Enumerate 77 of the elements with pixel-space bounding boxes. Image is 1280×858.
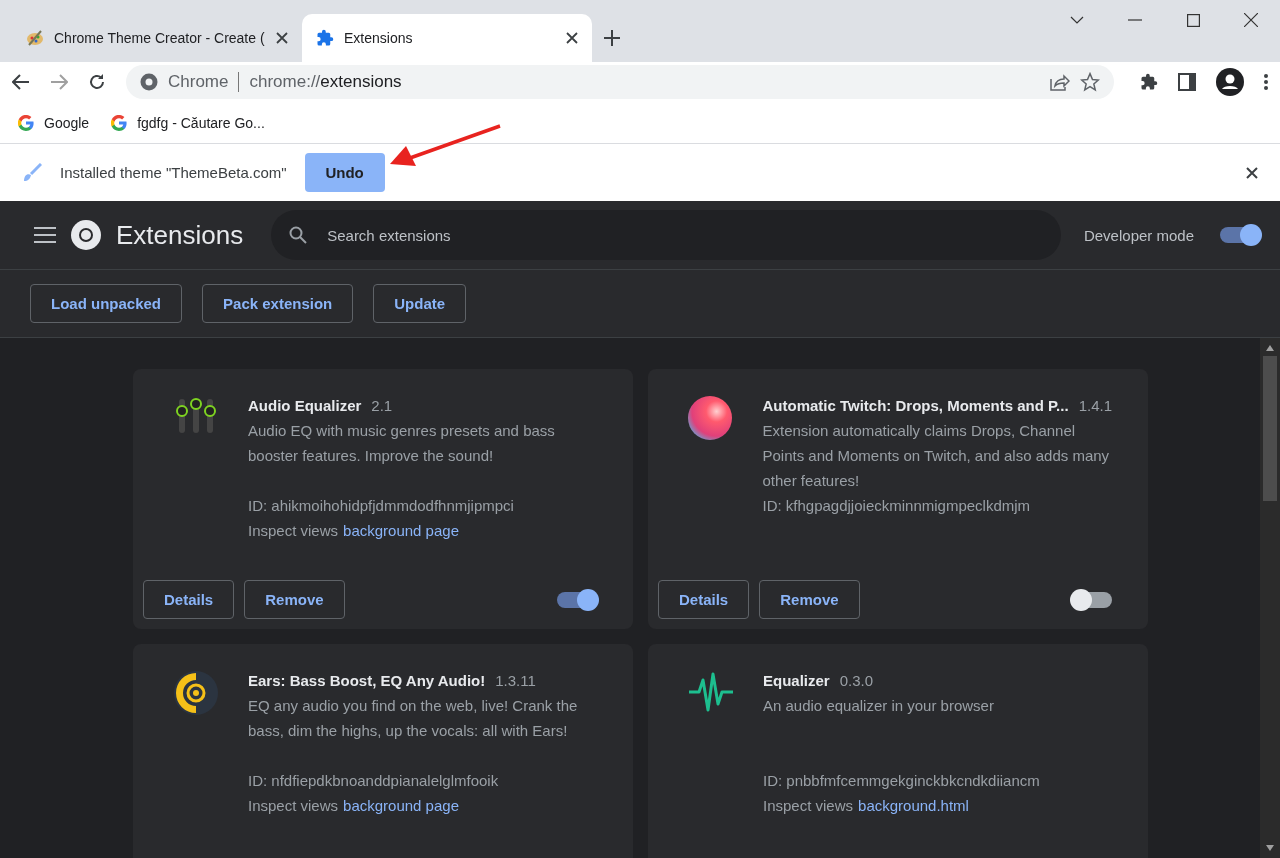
inspect-views-label: Inspect views bbox=[248, 521, 339, 541]
ears-logo-icon bbox=[172, 670, 219, 716]
inspect-link[interactable]: background page bbox=[343, 518, 459, 543]
forward-arrow-icon[interactable] bbox=[50, 74, 68, 90]
menu-dots-icon[interactable] bbox=[1264, 74, 1268, 90]
extension-description: EQ any audio you find on the web, live! Crank the bass, dim the highs, up the vocals: all with Ears! bbox=[248, 696, 579, 741]
chrome-logo-icon bbox=[140, 73, 158, 91]
search-field[interactable]: Search extensions bbox=[271, 210, 1062, 260]
palette-icon bbox=[26, 29, 44, 47]
undo-button[interactable]: Undo bbox=[304, 153, 385, 192]
close-icon[interactable] bbox=[1244, 13, 1258, 27]
extension-description: An audio equalizer in your browser bbox=[763, 696, 995, 716]
scroll-up-icon[interactable] bbox=[1265, 344, 1275, 352]
toolbar-button[interactable]: Pack extension bbox=[202, 284, 354, 323]
extension-id: ID: pnbbfmfcemmgekginckbkcndkdiiancm bbox=[763, 771, 1041, 791]
menu-icon[interactable] bbox=[34, 227, 56, 243]
card-button[interactable]: Remove bbox=[244, 580, 345, 619]
extension-version: 1.4.1 bbox=[1078, 396, 1112, 416]
gradient-orb-icon bbox=[687, 395, 734, 441]
google-logo-icon bbox=[111, 114, 128, 131]
share-icon[interactable] bbox=[1050, 73, 1070, 91]
site-label: Chrome bbox=[168, 72, 229, 92]
chevron-down-icon[interactable] bbox=[1070, 16, 1084, 24]
browser-tab[interactable]: Extensions bbox=[302, 14, 592, 62]
extension-name: Ears: Bass Boost, EQ Any Audio! bbox=[248, 671, 486, 691]
page-title: Extensions bbox=[116, 219, 244, 251]
toolbar-button[interactable]: Update bbox=[373, 284, 467, 323]
extension-id: ID: ahikmoihohidpfjdmmdodfhnmjipmpci bbox=[248, 496, 515, 516]
bookmark-link[interactable]: fgdfg - Căutare Go... bbox=[137, 114, 265, 131]
enable-toggle[interactable] bbox=[557, 591, 597, 608]
extension-description: Extension automatically claims Drops, Channel Points and Moments on Twitch, and also adds many other features! bbox=[762, 421, 1111, 491]
chrome-logo-icon bbox=[70, 219, 102, 251]
google-logo-icon bbox=[18, 114, 34, 131]
address-bar[interactable]: Chrome chrome://extensions bbox=[126, 65, 1114, 99]
side-panel-icon[interactable] bbox=[1178, 73, 1196, 91]
infobar-message: Installed theme "ThemeBeta.com" bbox=[60, 164, 287, 181]
extension-name: Audio Equalizer bbox=[248, 396, 362, 416]
extension-version: 0.3.0 bbox=[839, 671, 874, 691]
enable-toggle[interactable] bbox=[1072, 591, 1112, 608]
extension-name: Automatic Twitch: Drops, Moments and P... bbox=[762, 396, 1069, 416]
close-icon[interactable] bbox=[1246, 166, 1258, 179]
extension-id: ID: kfhgpagdjjoieckminnmigmpeclkdmjm bbox=[762, 496, 1032, 516]
toolbar-button[interactable]: Load unpacked bbox=[30, 284, 183, 323]
inspect-views-label: Inspect views bbox=[248, 796, 339, 816]
profile-avatar-icon[interactable] bbox=[1216, 68, 1244, 96]
maximize-icon[interactable] bbox=[1186, 13, 1200, 27]
paintbrush-icon bbox=[22, 162, 42, 183]
url-text: chrome://extensions bbox=[249, 72, 402, 92]
puzzle-icon bbox=[316, 29, 334, 47]
inspect-views-label: Inspect views bbox=[763, 796, 854, 816]
star-icon[interactable] bbox=[1080, 72, 1100, 92]
search-icon bbox=[289, 226, 308, 244]
new-tab-icon[interactable] bbox=[604, 30, 620, 46]
extension-description: Audio EQ with music genres presets and bass booster features. Improve the sound! bbox=[248, 421, 556, 466]
extension-version: 2.1 bbox=[371, 396, 393, 416]
close-icon[interactable] bbox=[276, 32, 288, 44]
tab-title: Chrome Theme Creator - Create ( bbox=[54, 30, 266, 46]
card-button[interactable]: Details bbox=[143, 580, 235, 619]
bookmark-link[interactable]: Google bbox=[44, 114, 90, 131]
inspect-link[interactable]: background page bbox=[343, 793, 459, 818]
waveform-icon bbox=[686, 670, 735, 714]
inspect-link[interactable]: background.html bbox=[858, 793, 969, 818]
developer-mode-label: Developer mode bbox=[1083, 226, 1194, 244]
extension-name: Equalizer bbox=[763, 671, 830, 691]
card-button[interactable]: Remove bbox=[759, 580, 860, 619]
scroll-down-icon[interactable] bbox=[1265, 844, 1275, 852]
reload-icon[interactable] bbox=[88, 73, 106, 91]
back-arrow-icon[interactable] bbox=[12, 74, 30, 90]
close-icon[interactable] bbox=[566, 32, 578, 44]
extension-version: 1.3.11 bbox=[495, 671, 536, 691]
puzzle-icon bbox=[1140, 73, 1158, 91]
tab-title: Extensions bbox=[344, 30, 414, 46]
card-button[interactable]: Details bbox=[658, 580, 750, 619]
extension-id: ID: nfdfiepdkbnoanddpianalelglmfooik bbox=[248, 771, 500, 791]
scrollbar-thumb[interactable] bbox=[1263, 356, 1277, 501]
browser-tab[interactable]: Chrome Theme Creator - Create ( bbox=[12, 14, 302, 62]
developer-mode-toggle[interactable] bbox=[1220, 227, 1260, 243]
